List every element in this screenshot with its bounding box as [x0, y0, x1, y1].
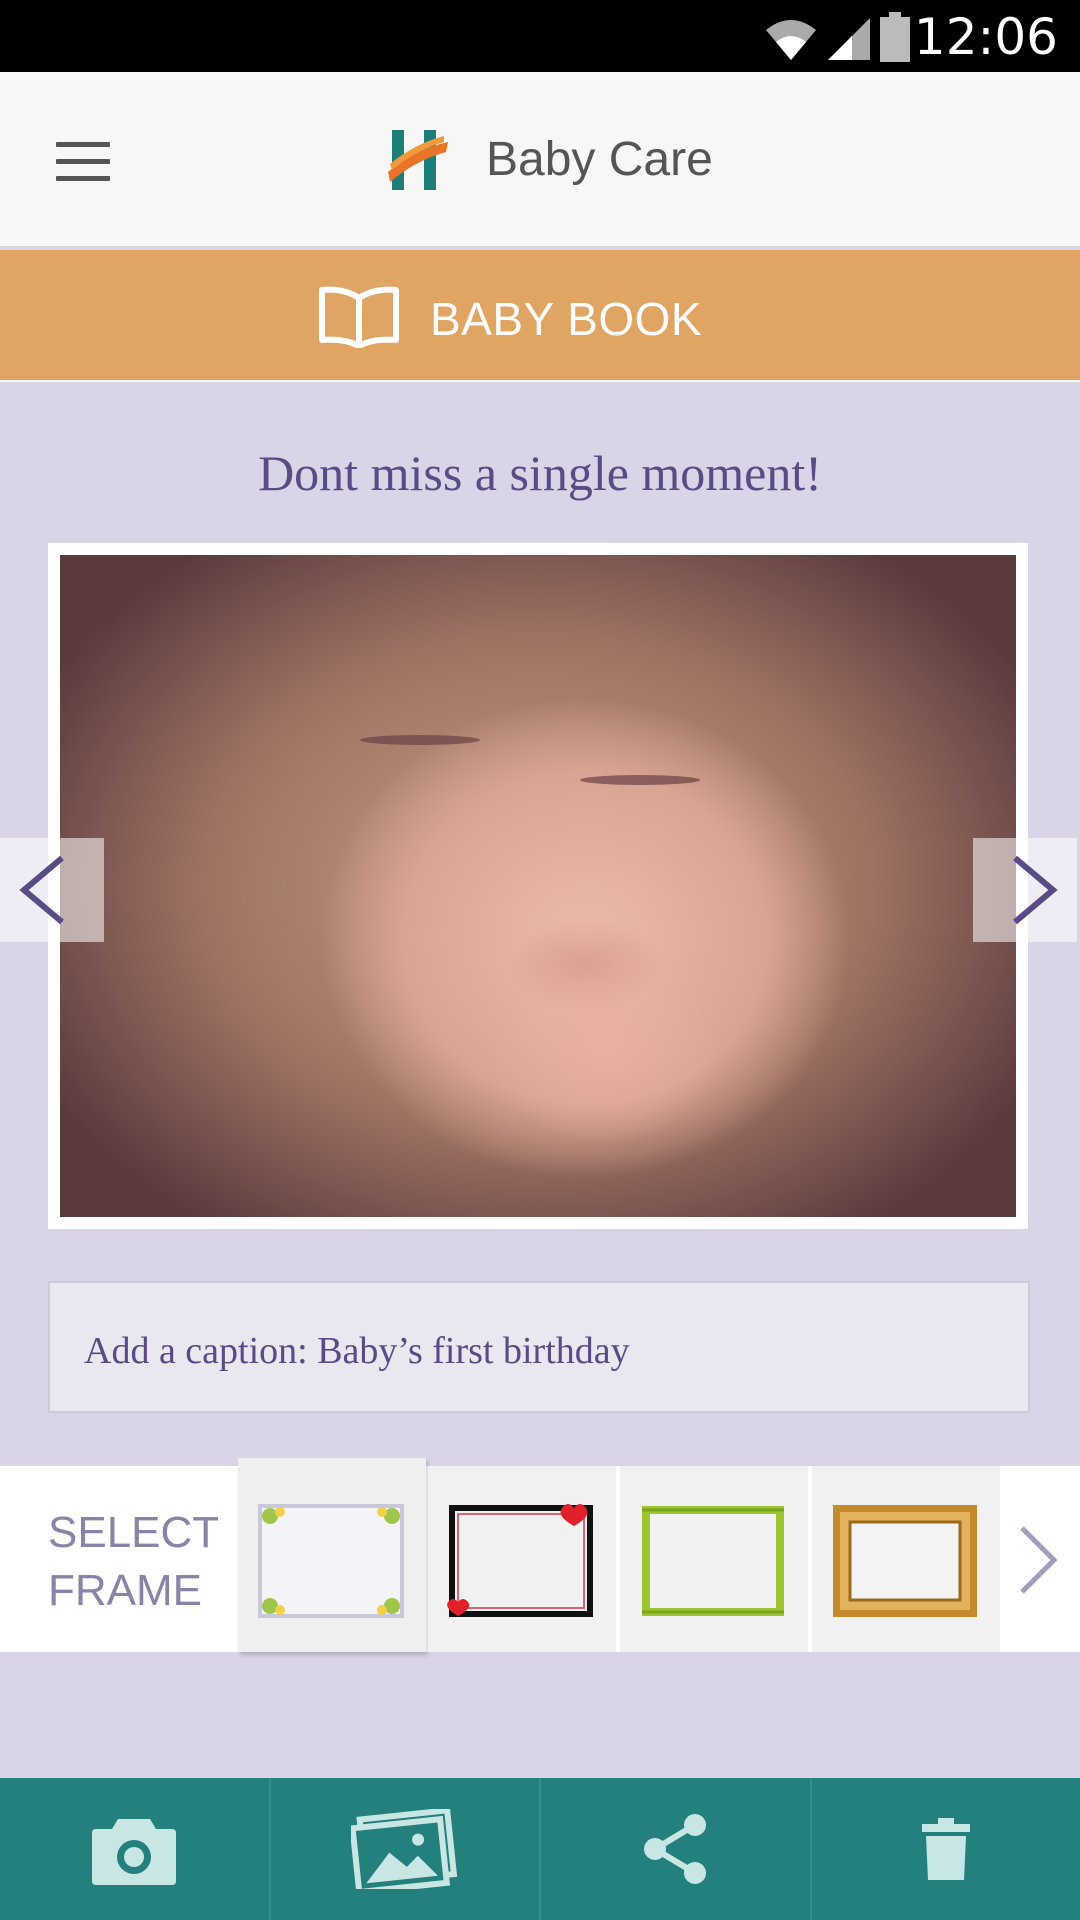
section-title: BABY BOOK [430, 293, 703, 345]
bottom-toolbar [0, 1778, 1080, 1920]
share-button[interactable] [541, 1778, 812, 1920]
frame-selector: SELECT FRAME [0, 1458, 1080, 1652]
menu-button[interactable] [56, 142, 110, 182]
hearts-frame-icon [447, 1504, 593, 1617]
book-icon [319, 286, 399, 348]
select-frame-label-line: SELECT [48, 1508, 220, 1557]
section-banner: BABY BOOK [0, 250, 1080, 382]
chevron-right-icon [1013, 855, 1058, 925]
next-photo-button[interactable] [973, 838, 1077, 942]
bamboo-frame-icon [642, 1506, 784, 1616]
share-icon [644, 1814, 707, 1884]
hamburger-icon-line [56, 142, 110, 147]
select-frame-label-line: FRAME [48, 1566, 202, 1615]
previous-photo-button[interactable] [0, 838, 104, 942]
app-logo-icon [388, 130, 448, 190]
trash-icon [921, 1818, 970, 1880]
gallery-icon [350, 1809, 457, 1889]
more-frames-button[interactable] [1012, 1518, 1062, 1602]
photo-frame [48, 543, 1028, 1229]
chevron-left-icon [19, 855, 64, 925]
floral-frame-icon [258, 1504, 404, 1618]
app-bar: Baby Care [0, 72, 1080, 248]
hamburger-icon-line [56, 176, 110, 181]
tagline: Dont miss a single moment! [258, 445, 822, 501]
hamburger-icon-line [56, 159, 110, 164]
baby-photo[interactable] [60, 555, 1016, 1217]
camera-icon [92, 1819, 177, 1885]
chevron-right-icon [1020, 1526, 1058, 1594]
photo-detail [580, 775, 700, 785]
battery-icon [880, 12, 910, 62]
photo-detail [360, 735, 480, 745]
frame-option-hearts[interactable] [428, 1466, 616, 1652]
app-title: Baby Care [486, 133, 713, 186]
signal-icon [828, 18, 870, 60]
wifi-icon [766, 20, 816, 60]
caption-input[interactable]: Add a caption: Baby’s first birthday [48, 1281, 1030, 1413]
status-icons [764, 12, 910, 62]
frame-option-floral[interactable] [238, 1458, 426, 1652]
select-frame-label: SELECT FRAME [48, 1504, 219, 1620]
camera-button[interactable] [0, 1778, 271, 1920]
status-time: 12:06 [913, 8, 1058, 66]
frame-option-gold[interactable] [812, 1466, 1000, 1652]
gallery-button[interactable] [271, 1778, 541, 1920]
gold-frame-icon [833, 1505, 977, 1617]
frame-option-bamboo[interactable] [620, 1466, 808, 1652]
delete-button[interactable] [812, 1778, 1080, 1920]
status-bar: 12:06 [0, 0, 1080, 72]
